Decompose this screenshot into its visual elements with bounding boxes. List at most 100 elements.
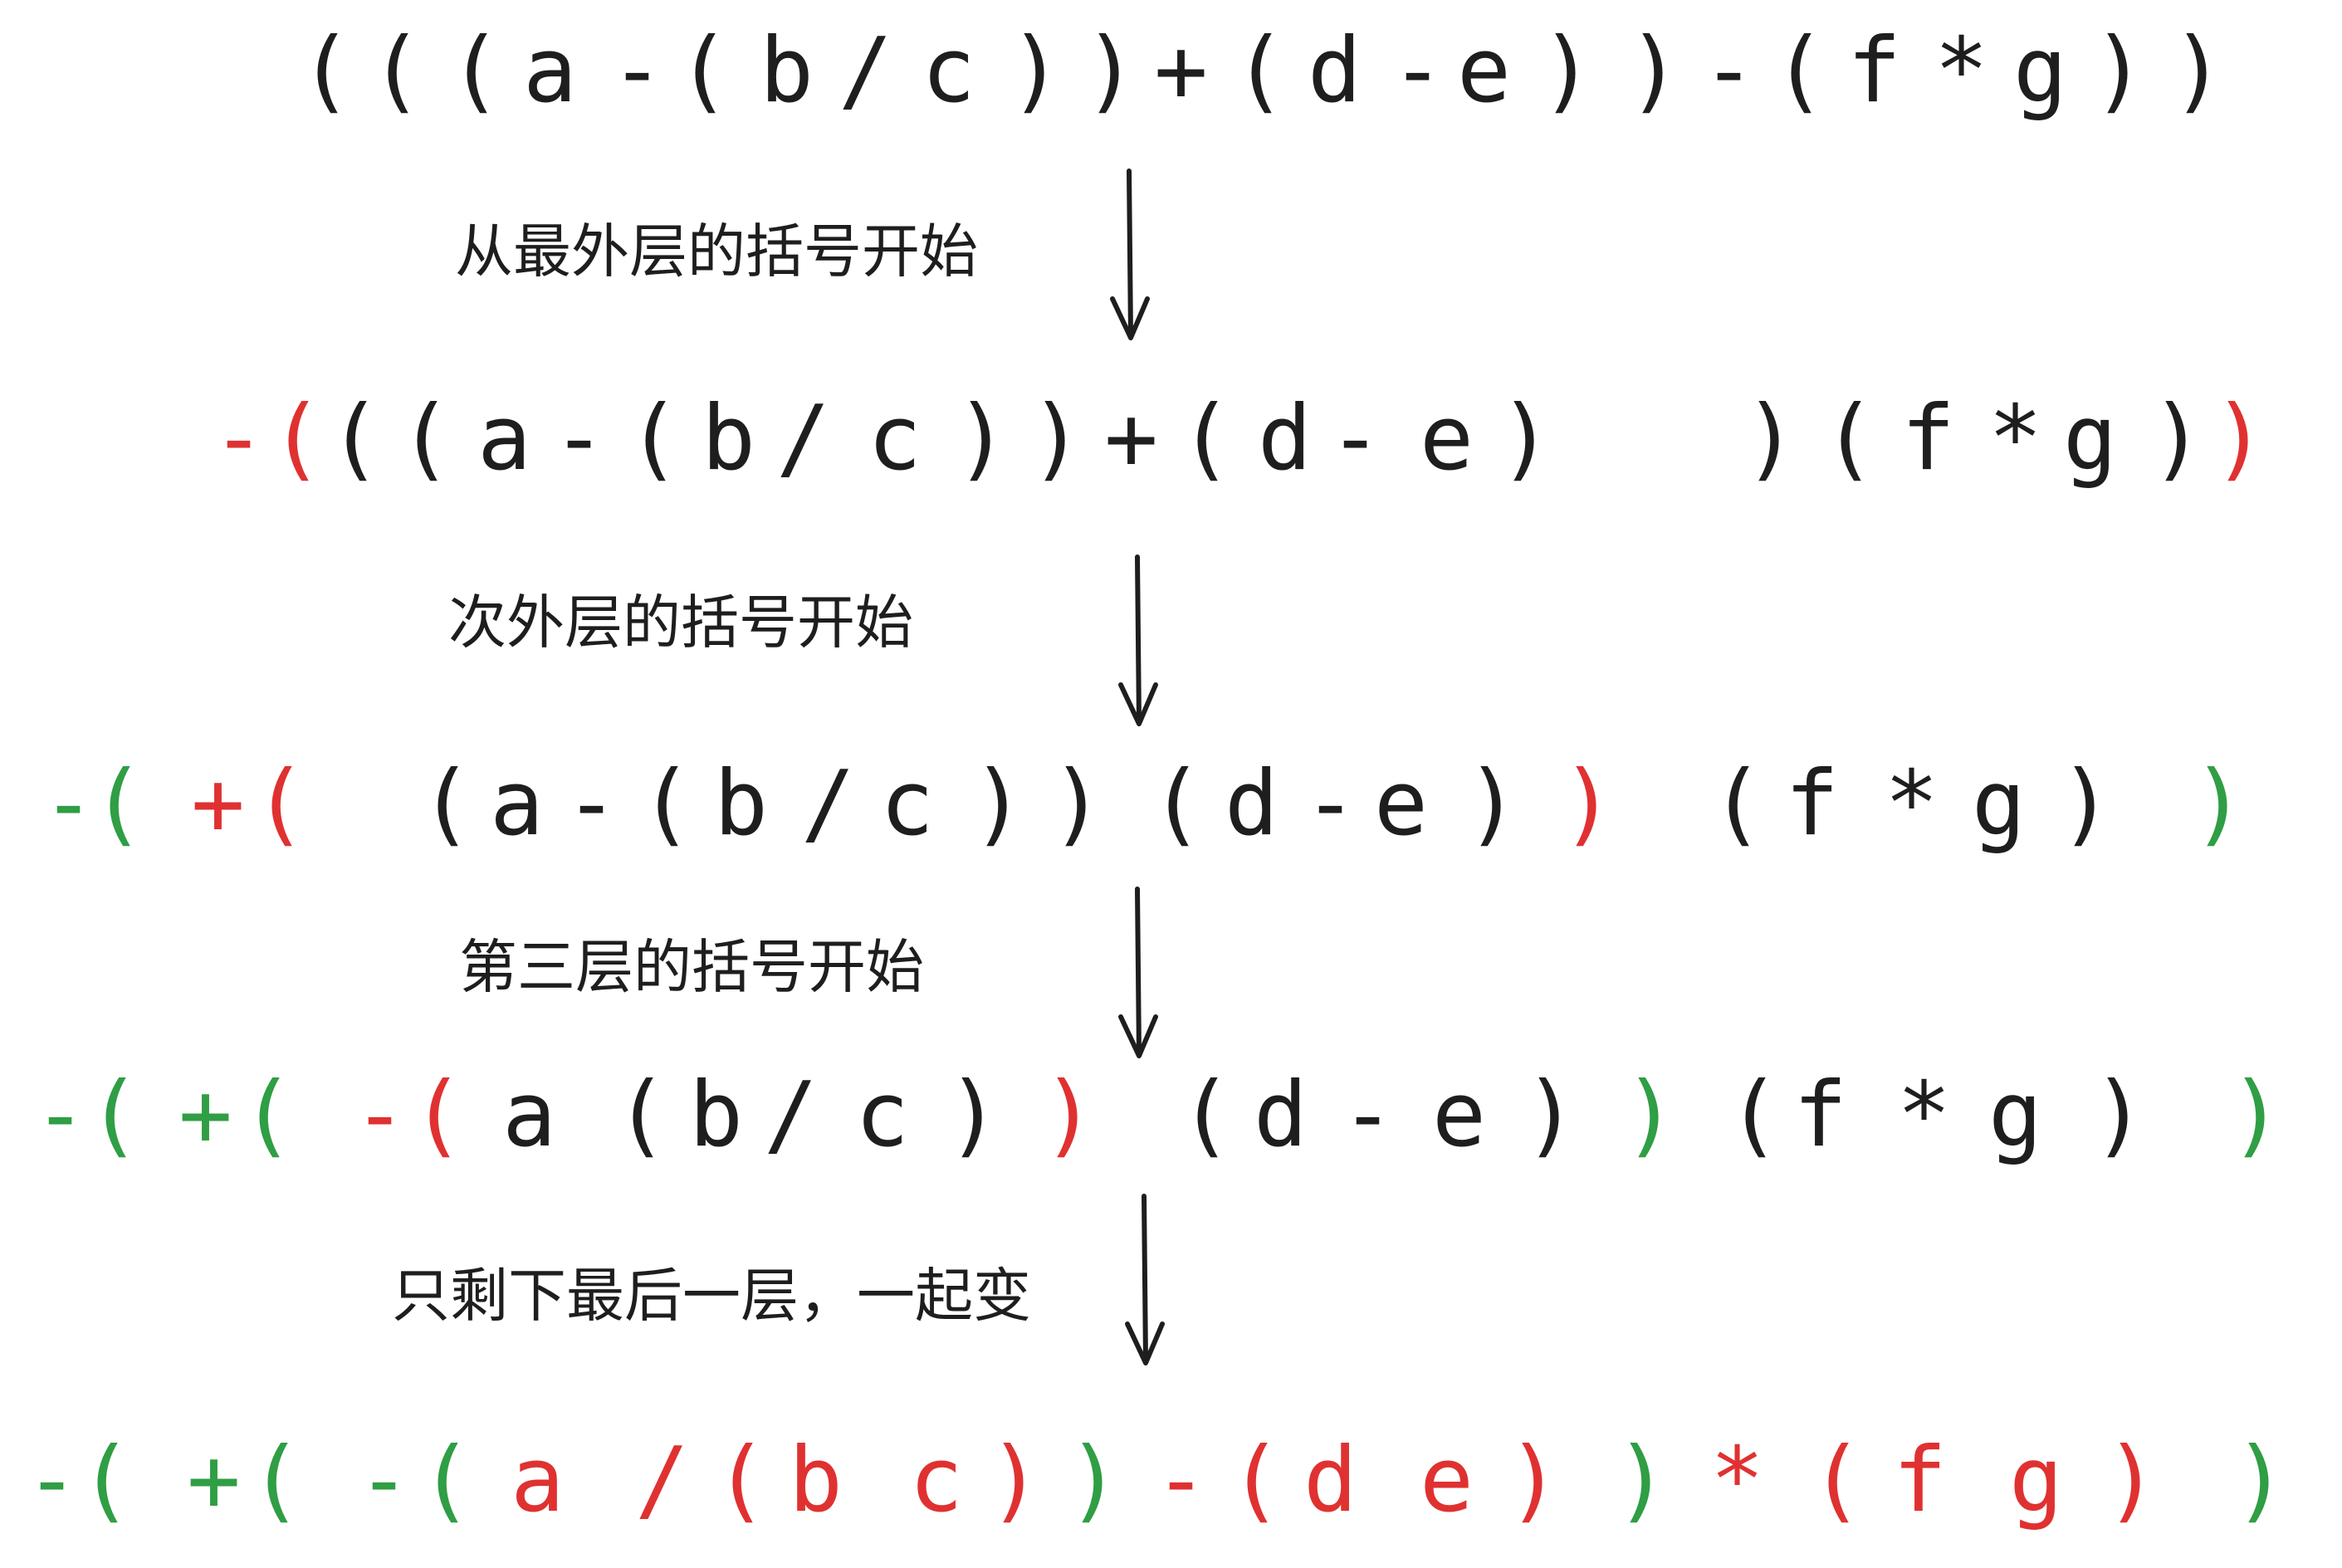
close-paren: ): [955, 387, 1010, 491]
operand-b: b: [702, 387, 756, 491]
final-expression: -(+(-(a /(b c)) -(d e)) *(f g)): [0, 1436, 2342, 1544]
open-paren: (: [1233, 19, 1288, 123]
close-paren: ): [1067, 1429, 1122, 1532]
operator: -: [1328, 387, 1383, 491]
caption-last-level: 只剩下最后一层，一起变: [392, 1262, 1031, 1330]
open-paren: (: [1229, 1429, 1283, 1532]
second-level-expression: -(+((a -(b / c))(d - e))(f * g)): [0, 760, 2342, 867]
operator: *: [1885, 752, 1939, 856]
close-paren: ): [2105, 1429, 2159, 1532]
open-paren: (: [1179, 387, 1234, 491]
operator: -: [1154, 1429, 1209, 1532]
open-paren: (: [677, 19, 731, 123]
open-paren: (: [328, 387, 383, 491]
original-expression: (((a -(b / c)) +(d - e)) -(f * g)): [0, 27, 2342, 134]
open-paren: (: [270, 387, 325, 491]
open-paren: (: [398, 387, 453, 491]
close-paren: ): [1042, 1063, 1097, 1167]
operator: -: [1391, 19, 1445, 123]
open-paren: (: [1150, 752, 1205, 856]
open-paren: (: [1772, 19, 1827, 123]
open-paren: (: [714, 1429, 769, 1532]
operator: /: [839, 19, 893, 123]
operand-c: c: [922, 19, 976, 123]
open-paren: (: [87, 1063, 142, 1167]
operand-b: b: [760, 19, 814, 123]
operator: *: [1710, 1429, 1765, 1532]
arrow-down-icon: [1118, 554, 1158, 726]
operand-b: b: [689, 1063, 744, 1167]
close-paren: ): [2192, 752, 2247, 856]
operand-g: g: [2009, 1429, 2064, 1532]
third-level-expression: -(+(-(a(b / c))(d - e))(f * g)): [0, 1071, 2342, 1179]
operand-d: d: [1254, 1063, 1308, 1167]
operand-a: a: [523, 19, 578, 123]
operand-e: e: [1420, 387, 1474, 491]
operand-b: b: [714, 752, 769, 856]
operand-f: f: [1893, 1429, 1948, 1532]
prefix-conversion-diagram: (((a -(b / c)) +(d - e)) -(f * g)) 从最外层的括号开始 -(((…: [0, 0, 2342, 1568]
operand-f: f: [1785, 752, 1840, 856]
open-paren: (: [369, 19, 424, 123]
open-paren: (: [1710, 752, 1765, 856]
open-paren: (: [1727, 1063, 1782, 1167]
close-paren: ): [2059, 752, 2114, 856]
outermost-expression: -(((a -(b / c)) +(d - e))(f * g)): [0, 394, 2342, 502]
operator: +: [187, 1429, 242, 1532]
operand-e: e: [1374, 752, 1429, 856]
close-paren: ): [1627, 19, 1682, 123]
close-paren: ): [2171, 19, 2226, 123]
operator: *: [1897, 1063, 1952, 1167]
operator: -: [1702, 19, 1757, 123]
operand-c: c: [880, 752, 935, 856]
close-paren: ): [2212, 387, 2267, 491]
close-paren: ): [2233, 1429, 2288, 1532]
operator: /: [764, 1063, 819, 1167]
operand-e: e: [1420, 1429, 1474, 1532]
operator: /: [801, 752, 856, 856]
operand-d: d: [1303, 1429, 1358, 1532]
close-paren: ): [1507, 1429, 1562, 1532]
operand-b: b: [789, 1429, 843, 1532]
operand-e: e: [1457, 19, 1512, 123]
close-paren: ): [1029, 387, 1084, 491]
close-paren: ): [1499, 387, 1553, 491]
open-paren: (: [411, 1063, 466, 1167]
operand-d: d: [1258, 387, 1313, 491]
close-paren: ): [1615, 1429, 1670, 1532]
operand-c: c: [909, 1429, 964, 1532]
operator: -: [42, 752, 96, 856]
close-paren: ): [1083, 19, 1138, 123]
arrow-down-icon: [1110, 169, 1150, 340]
open-paren: (: [91, 752, 146, 856]
open-paren: (: [614, 1063, 669, 1167]
operator: -: [353, 1063, 408, 1167]
close-paren: ): [1009, 19, 1063, 123]
operand-g: g: [2013, 19, 2068, 123]
close-paren: ): [971, 752, 1026, 856]
operator: -: [212, 387, 266, 491]
operator: +: [1154, 19, 1209, 123]
operator: -: [552, 387, 607, 491]
operand-f: f: [1901, 387, 1956, 491]
operand-a: a: [511, 1429, 565, 1532]
open-paren: (: [299, 19, 354, 123]
close-paren: ): [1623, 1063, 1678, 1167]
close-paren: ): [2092, 1063, 2147, 1167]
arrow-down-icon: [1118, 887, 1158, 1058]
open-paren: (: [249, 1429, 304, 1532]
close-paren: ): [1540, 19, 1595, 123]
caption-second-level: 次外层的括号开始: [448, 589, 913, 657]
operator: +: [178, 1063, 233, 1167]
close-paren: ): [2092, 19, 2147, 123]
operand-g: g: [1988, 1063, 2043, 1167]
close-paren: ): [1523, 1063, 1578, 1167]
operand-c: c: [855, 1063, 910, 1167]
operator: +: [191, 752, 246, 856]
operand-a: a: [477, 387, 532, 491]
operand-g: g: [1972, 752, 2027, 856]
operator: -: [610, 19, 665, 123]
open-paren: (: [419, 752, 474, 856]
open-paren: (: [639, 752, 694, 856]
open-paren: (: [1822, 387, 1877, 491]
